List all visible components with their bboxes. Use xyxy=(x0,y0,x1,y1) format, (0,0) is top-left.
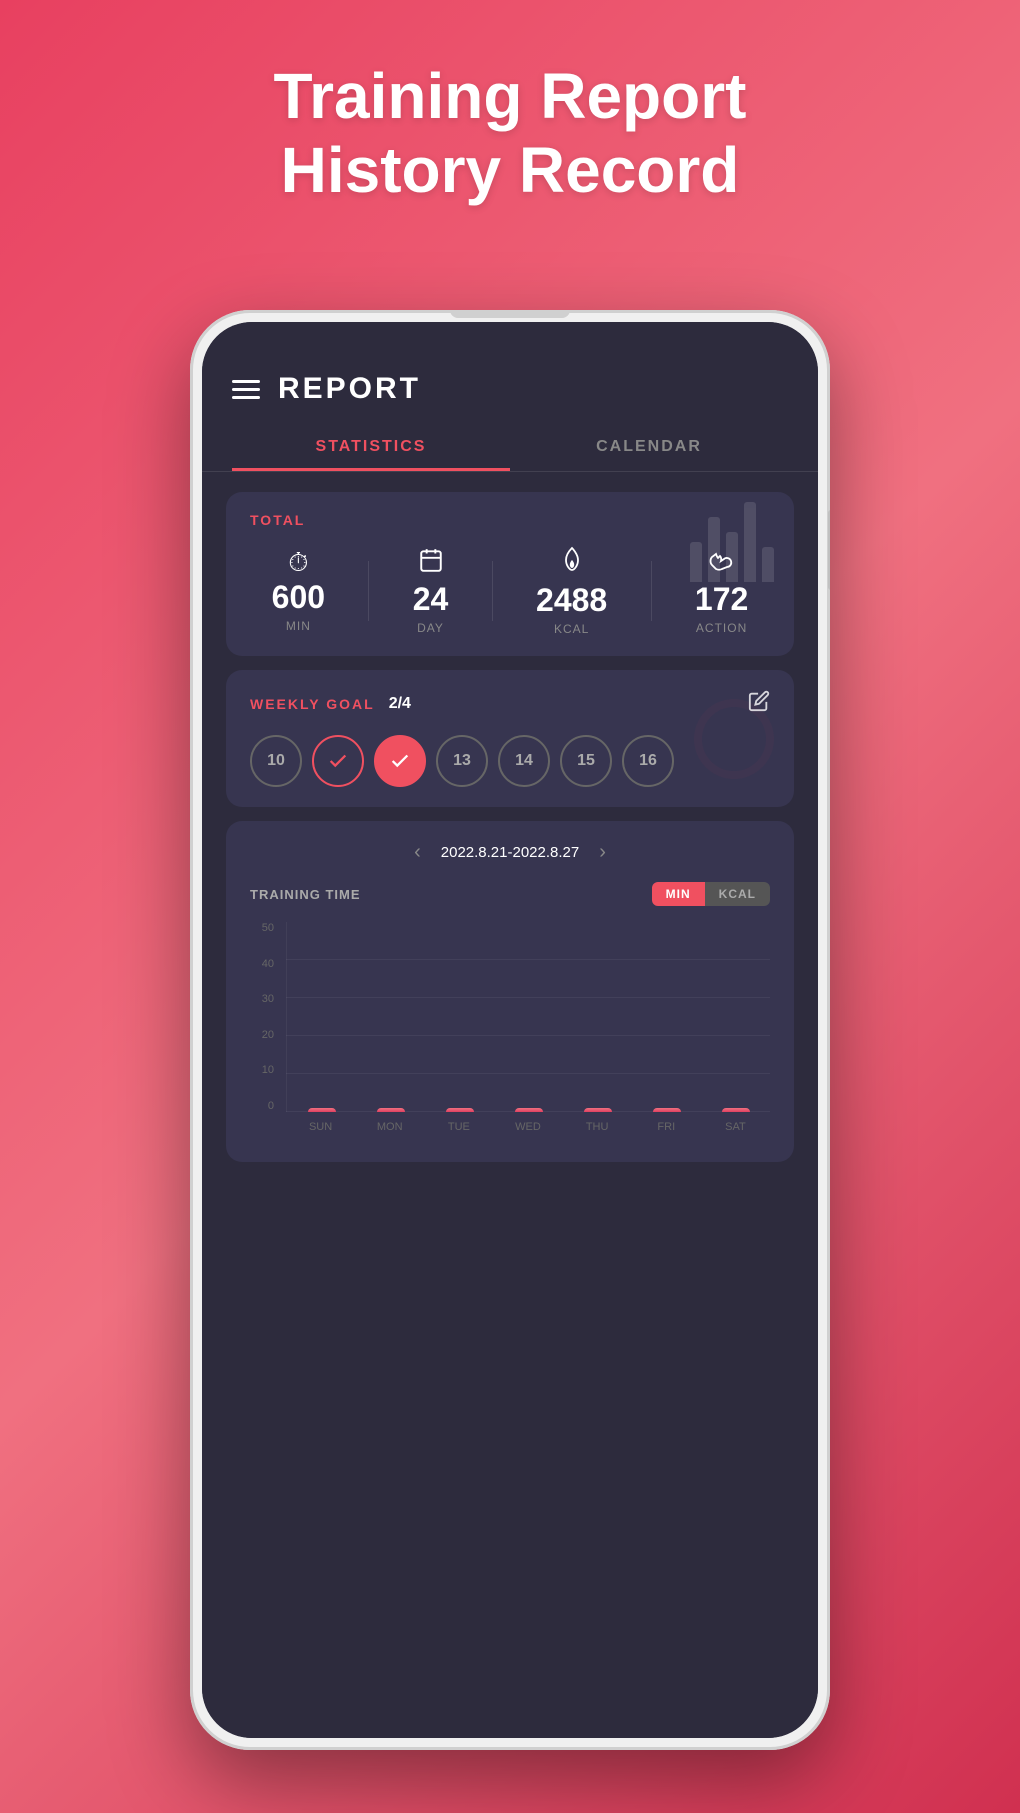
stat-kcal: 2488 KCAL xyxy=(536,546,607,636)
stat-divider-2 xyxy=(492,561,493,621)
stat-day-value: 24 xyxy=(413,583,449,615)
chart-bars-area xyxy=(286,922,770,1112)
chart-header: TRAINING TIME MIN KCAL xyxy=(250,882,770,906)
unit-min-button[interactable]: MIN xyxy=(652,882,705,906)
chart-card: ‹ 2022.8.21-2022.8.27 › TRAINING TIME MI… xyxy=(226,821,794,1162)
y-label-50: 50 xyxy=(262,922,280,934)
stat-kcal-value: 2488 xyxy=(536,584,607,616)
day-circles-row: 10 13 xyxy=(250,735,770,787)
hero-title: Training Report History Record xyxy=(0,60,1020,207)
stat-min-value: 600 xyxy=(272,581,325,613)
x-label-tue: TUE xyxy=(424,1121,493,1133)
x-label-fri: FRI xyxy=(632,1121,701,1133)
weekly-goal-header: WEEKLY GOAL 2/4 xyxy=(250,690,770,717)
tab-statistics[interactable]: STATISTICS xyxy=(232,426,510,471)
y-label-40: 40 xyxy=(262,958,280,970)
day-circle-12[interactable] xyxy=(374,735,426,787)
stat-kcal-label: KCAL xyxy=(554,622,589,636)
date-navigation: ‹ 2022.8.21-2022.8.27 › xyxy=(250,841,770,864)
stat-min: ⏱ 600 MIN xyxy=(272,549,325,633)
date-next-button[interactable]: › xyxy=(599,841,606,864)
x-label-wed: WED xyxy=(493,1121,562,1133)
y-label-20: 20 xyxy=(262,1029,280,1041)
app-title: REPORT xyxy=(278,372,421,406)
hamburger-menu-icon[interactable] xyxy=(232,380,260,399)
phone-notch xyxy=(450,310,570,318)
stat-min-label: MIN xyxy=(286,619,311,633)
watermark-bars xyxy=(690,502,774,582)
x-label-thu: THU xyxy=(563,1121,632,1133)
day-circle-15[interactable]: 15 xyxy=(560,735,612,787)
tab-bar: STATISTICS CALENDAR xyxy=(202,426,818,472)
unit-kcal-button[interactable]: KCAL xyxy=(705,882,770,906)
weekly-goal-title: WEEKLY GOAL xyxy=(250,696,375,712)
x-label-sat: SAT xyxy=(701,1121,770,1133)
edit-icon[interactable] xyxy=(748,690,770,717)
y-label-10: 10 xyxy=(262,1064,280,1076)
day-circle-14[interactable]: 14 xyxy=(498,735,550,787)
total-card: TOTAL ⏱ 600 MIN xyxy=(226,492,794,656)
stat-action-label: ACTION xyxy=(696,621,747,635)
stat-day: 24 DAY xyxy=(413,547,449,635)
chart-label-text: TRAINING TIME xyxy=(250,887,361,902)
stat-divider-3 xyxy=(651,561,652,621)
bar-chart: 50 40 30 20 10 0 xyxy=(250,922,770,1142)
weekly-goal-card: WEEKLY GOAL 2/4 10 xyxy=(226,670,794,807)
tab-calendar[interactable]: CALENDAR xyxy=(510,426,788,471)
app-content: REPORT STATISTICS CALENDAR TOTAL xyxy=(202,322,818,1738)
stopwatch-icon: ⏱ xyxy=(288,549,308,575)
date-range-text: 2022.8.21-2022.8.27 xyxy=(441,844,579,861)
x-label-mon: MON xyxy=(355,1121,424,1133)
x-label-sun: SUN xyxy=(286,1121,355,1133)
stat-divider-1 xyxy=(368,561,369,621)
stat-action-value: 172 xyxy=(695,583,748,615)
day-circle-11[interactable] xyxy=(312,735,364,787)
phone-inner: REPORT STATISTICS CALENDAR TOTAL xyxy=(202,322,818,1738)
day-circle-13[interactable]: 13 xyxy=(436,735,488,787)
calendar-icon xyxy=(418,547,444,577)
phone-side-button xyxy=(828,510,830,590)
phone-frame: REPORT STATISTICS CALENDAR TOTAL xyxy=(190,310,830,1750)
flame-icon xyxy=(560,546,584,578)
day-circle-16[interactable]: 16 xyxy=(622,735,674,787)
stat-day-label: DAY xyxy=(417,621,444,635)
weekly-title-group: WEEKLY GOAL 2/4 xyxy=(250,695,411,713)
weekly-goal-progress: 2/4 xyxy=(389,695,411,713)
y-axis-labels: 50 40 30 20 10 0 xyxy=(250,922,280,1112)
unit-toggle: MIN KCAL xyxy=(652,882,770,906)
y-label-0: 0 xyxy=(268,1100,280,1112)
y-label-30: 30 xyxy=(262,993,280,1005)
date-prev-button[interactable]: ‹ xyxy=(414,841,421,864)
day-circle-10[interactable]: 10 xyxy=(250,735,302,787)
app-header: REPORT xyxy=(202,322,818,426)
x-axis-labels: SUN MON TUE WED THU FRI SAT xyxy=(286,1112,770,1142)
